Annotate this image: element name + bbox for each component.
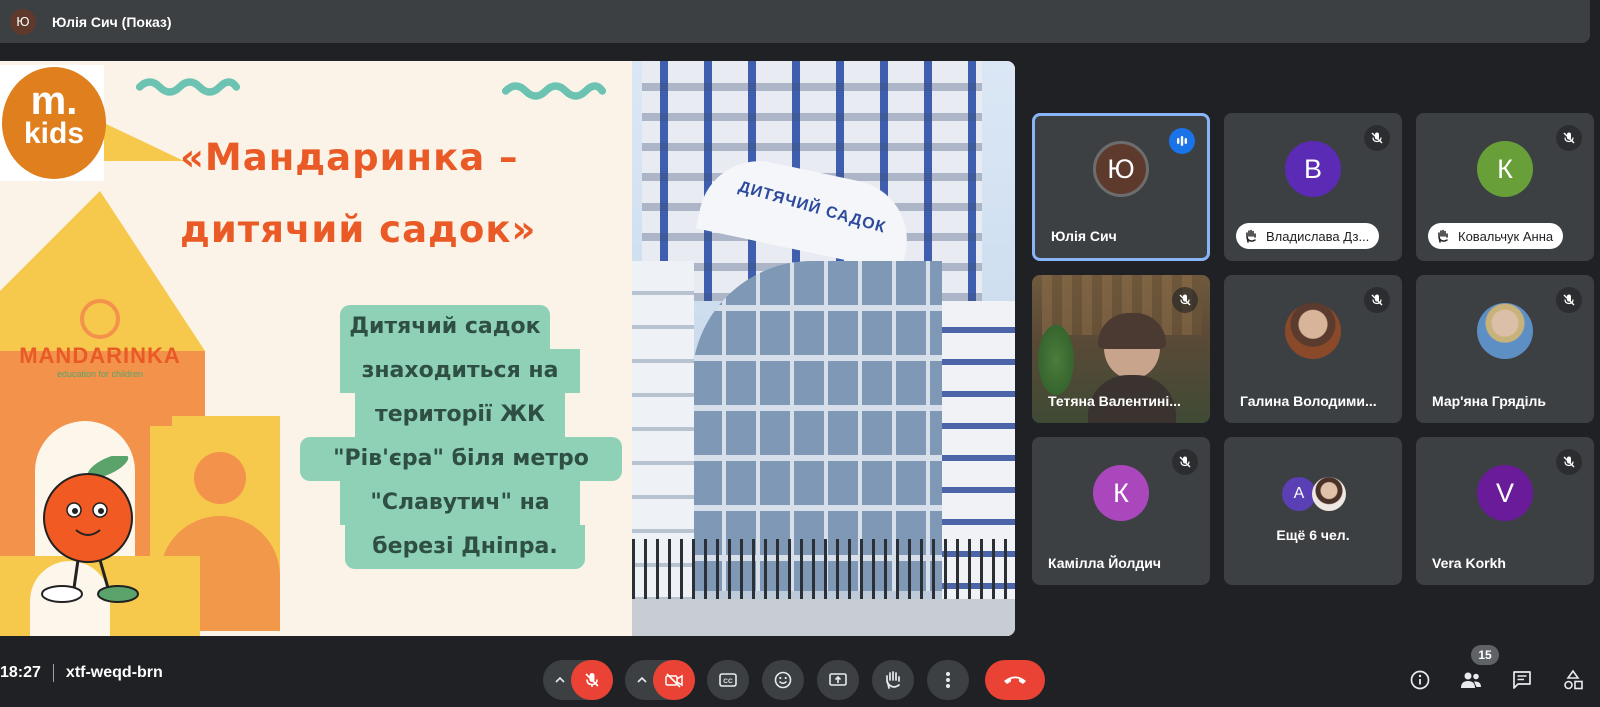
sidewalk <box>632 599 1015 636</box>
raise-hand-button[interactable] <box>872 660 914 700</box>
emoji-icon <box>774 671 792 689</box>
participant-tile[interactable]: Мар'яна Гряділь <box>1416 275 1594 423</box>
chat-icon <box>1513 671 1531 689</box>
text-line-5: "Славутич" на <box>340 481 580 525</box>
text-line-4: "Рів'єра" біля метро <box>300 437 622 481</box>
chat-button[interactable] <box>1507 665 1537 695</box>
text-line-6: березі Дніпра. <box>345 525 585 569</box>
avatar: К <box>1093 465 1149 521</box>
chevron-up-icon <box>637 676 647 683</box>
building-photo: ДИТЯЧИЙ САДОК <box>632 61 1015 636</box>
presenter-bar: Ю Юлія Сич (Показ) <box>0 0 1590 43</box>
audio-options-button[interactable] <box>547 660 573 700</box>
text-line-3: території ЖК <box>355 393 565 437</box>
mic-off-icon <box>1364 287 1390 313</box>
reactions-button[interactable] <box>762 660 804 700</box>
presenter-label: Юлія Сич (Показ) <box>52 13 172 30</box>
speaking-indicator-icon <box>1169 128 1195 154</box>
mkids-logo: m. kids <box>0 65 106 181</box>
participant-name: Мар'яна Гряділь <box>1432 393 1547 409</box>
mandarin-character <box>41 456 139 603</box>
more-vert-icon <box>946 672 950 688</box>
hang-up-icon <box>1004 676 1026 684</box>
participant-tile-video[interactable]: Тетяна Валентині... <box>1032 275 1210 423</box>
avatar: V <box>1477 465 1533 521</box>
video-options-button[interactable] <box>629 660 655 700</box>
closed-captions-icon: CC <box>719 673 737 687</box>
mic-off-icon <box>585 673 599 687</box>
participant-name: Юлія Сич <box>1051 228 1117 244</box>
participant-tile[interactable]: К Камілла Йолдич <box>1032 437 1210 585</box>
captions-button[interactable]: CC <box>707 660 749 700</box>
raise-hand-icon <box>886 671 900 689</box>
svg-text:CC: CC <box>723 678 733 685</box>
slide-title: «Мандаринка – дитячий садок» <box>180 136 537 251</box>
activities-icon <box>1564 669 1583 690</box>
meeting-controls-bar: 18:27 xtf-weqd-brn CC <box>0 650 1600 707</box>
participant-name: Галина Володими... <box>1240 393 1377 409</box>
participant-name: Vera Korkh <box>1432 555 1506 571</box>
present-screen-button[interactable] <box>817 660 859 700</box>
participant-tile[interactable]: К Ковальчук Анна <box>1416 113 1594 261</box>
deco-triangle-top <box>104 123 184 161</box>
more-participants-tile[interactable]: А Ещё 6 чел. <box>1224 437 1402 585</box>
avatar-photo <box>1285 303 1341 359</box>
activities-button[interactable] <box>1558 665 1588 695</box>
avatar: К <box>1477 141 1533 197</box>
participant-name: Камілла Йолдич <box>1048 555 1161 571</box>
mic-off-icon <box>1556 125 1582 151</box>
raised-hand-badge: Владислава Дз... <box>1236 223 1380 249</box>
slide-left: m. kids «Мандаринка – дитячий садок» MAN… <box>0 61 632 636</box>
participant-name: Владислава Дз... <box>1266 228 1370 244</box>
avatar-photo <box>1477 303 1533 359</box>
meeting-code: xtf-weqd-brn <box>65 664 163 681</box>
divider <box>52 664 54 682</box>
presenter-avatar: Ю <box>10 8 36 35</box>
brand-sun-icon <box>80 299 120 339</box>
shared-screen: m. kids «Мандаринка – дитячий садок» MAN… <box>0 61 1015 636</box>
text-line-1: Дитячий садок <box>340 305 550 349</box>
mandarinka-brand: MANDARINKA education for children <box>10 299 190 379</box>
people-button[interactable] <box>1456 665 1486 695</box>
mic-off-icon <box>1172 287 1198 313</box>
people-icon <box>1461 672 1481 688</box>
meeting-details-button[interactable] <box>1405 665 1435 695</box>
people-count-badge: 15 <box>1471 645 1499 665</box>
avatar: А <box>1282 477 1316 511</box>
deco-wave-right <box>501 82 607 100</box>
mic-off-icon <box>1556 287 1582 313</box>
leave-call-button[interactable] <box>985 660 1045 700</box>
participant-tile[interactable]: Галина Володими... <box>1224 275 1402 423</box>
participant-name: Ковальчук Анна <box>1458 228 1554 244</box>
more-participants-label: Ещё 6 чел. <box>1276 527 1350 543</box>
mic-off-icon <box>1556 449 1582 475</box>
avatar: Ю <box>1093 141 1149 197</box>
chevron-up-icon <box>555 676 565 683</box>
meeting-info: 18:27 xtf-weqd-brn <box>0 664 163 682</box>
mic-off-icon <box>1172 449 1198 475</box>
fence <box>632 539 1015 599</box>
mic-toggle-button[interactable] <box>571 660 613 700</box>
raised-hand-icon <box>1436 229 1450 243</box>
participant-name: Тетяна Валентині... <box>1048 393 1181 409</box>
deco-wave-left <box>135 78 241 96</box>
raised-hand-icon <box>1244 229 1258 243</box>
participant-tile[interactable]: V Vera Korkh <box>1416 437 1594 585</box>
info-icon <box>1410 670 1430 690</box>
raised-hand-badge: Ковальчук Анна <box>1428 223 1564 249</box>
text-line-2: знаходиться на <box>340 349 580 393</box>
participant-tile[interactable]: В Владислава Дз... <box>1224 113 1402 261</box>
participant-tile[interactable]: Ю Юлія Сич <box>1032 113 1210 261</box>
camera-off-icon <box>665 673 683 688</box>
present-screen-icon <box>829 673 847 686</box>
avatar-photo <box>1312 477 1346 511</box>
mic-off-icon <box>1364 125 1390 151</box>
clock: 18:27 <box>0 664 41 681</box>
avatar: В <box>1285 141 1341 197</box>
more-options-button[interactable] <box>927 660 969 700</box>
camera-toggle-button[interactable] <box>653 660 695 700</box>
